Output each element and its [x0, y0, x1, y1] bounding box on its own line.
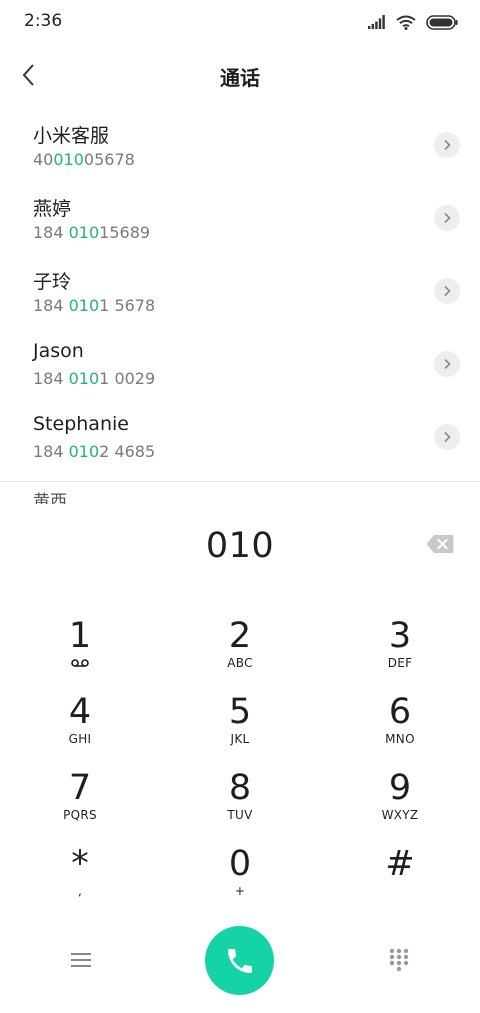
key-digit: 1: [68, 616, 92, 656]
key-0[interactable]: 0 +: [160, 836, 320, 912]
contact-number: 184 0101 5678: [33, 296, 156, 315]
page-title: 通话: [220, 66, 260, 90]
key-letters: DEF: [387, 656, 413, 670]
key-digit: 8: [228, 768, 252, 808]
key-9[interactable]: 9 WXYZ: [320, 760, 480, 836]
key-digit: 0: [228, 844, 252, 884]
battery-icon: [426, 14, 458, 30]
list-divider: [0, 481, 480, 482]
key-8[interactable]: 8 TUV: [160, 760, 320, 836]
key-5[interactable]: 5 JKL: [160, 684, 320, 760]
dialpad-icon: [389, 948, 409, 972]
key-letters: [320, 884, 480, 898]
dialed-number[interactable]: 010: [0, 526, 480, 566]
voicemail-icon: [71, 659, 89, 667]
backspace-button[interactable]: [426, 534, 454, 556]
matched-digits: 010: [68, 223, 100, 242]
key-7[interactable]: 7 PQRS: [0, 760, 160, 836]
dial-input: 010: [0, 520, 480, 576]
key-digit: 4: [68, 692, 92, 732]
contact-name-partial: 黄西: [33, 492, 67, 504]
key-letters: TUV: [227, 808, 253, 822]
status-time: 2:36: [24, 11, 63, 31]
chevron-right-icon: [444, 139, 451, 151]
contact-detail-button[interactable]: [434, 132, 460, 158]
matched-digits: 010: [53, 150, 84, 169]
key-3[interactable]: 3 DEF: [320, 608, 480, 684]
contact-detail-button[interactable]: [434, 424, 460, 450]
key-digit: 3: [388, 616, 412, 656]
menu-button[interactable]: [66, 946, 96, 974]
key-6[interactable]: 6 MNO: [320, 684, 480, 760]
contact-number: 184 01015689: [33, 223, 151, 242]
key-letters: +: [234, 884, 246, 898]
key-4[interactable]: 4 GHI: [0, 684, 160, 760]
contact-detail-button[interactable]: [434, 351, 460, 377]
contact-row[interactable]: Stephanie 184 0102 4685: [0, 400, 480, 473]
contact-detail-button[interactable]: [434, 205, 460, 231]
key-letters: JKL: [230, 732, 250, 746]
key-letters: WXYZ: [381, 808, 419, 822]
key-2[interactable]: 2 ABC: [160, 608, 320, 684]
status-icons: [368, 12, 458, 32]
contact-name: Jason: [33, 340, 84, 362]
matched-digits: 010: [68, 442, 100, 461]
call-button[interactable]: [205, 926, 274, 995]
chevron-right-icon: [444, 285, 451, 297]
contact-detail-button[interactable]: [434, 278, 460, 304]
key-digit: 6: [388, 692, 412, 732]
contact-name: 子玲: [33, 271, 72, 293]
key-letters: GHI: [68, 732, 92, 746]
wifi-icon: [396, 15, 416, 30]
key-letters: ABC: [227, 656, 253, 670]
dialer-screen: 2:36 通话 小米客服 4001005678 燕婷 184 01015689 …: [0, 0, 480, 1013]
dialpad-toggle-button[interactable]: [386, 946, 412, 974]
signal-icon: [368, 15, 385, 29]
chevron-right-icon: [444, 212, 451, 224]
key-letters: ,: [77, 884, 83, 898]
matched-digits: 010: [68, 296, 100, 315]
contact-name: 小米客服: [33, 125, 110, 147]
key-digit: *: [71, 844, 89, 884]
contact-row[interactable]: Jason 184 0101 0029: [0, 327, 480, 400]
contact-name: 燕婷: [33, 198, 72, 220]
key-digit: 2: [228, 616, 252, 656]
key-digit: 5: [228, 692, 252, 732]
key-1[interactable]: 1: [0, 608, 160, 684]
bottom-action-bar: [0, 924, 480, 996]
contact-row[interactable]: 子玲 184 0101 5678: [0, 254, 480, 327]
key-hash[interactable]: #: [320, 836, 480, 912]
matched-digits: 010: [68, 369, 100, 388]
key-letters: PQRS: [63, 808, 97, 822]
key-digit: 9: [388, 768, 412, 808]
contact-suggestion-list: 小米客服 4001005678 燕婷 184 01015689 子玲 184 0…: [0, 108, 480, 473]
key-star[interactable]: * ,: [0, 836, 160, 912]
header: 通话: [0, 50, 480, 100]
contact-row[interactable]: 燕婷 184 01015689: [0, 181, 480, 254]
contact-number: 184 0101 0029: [33, 369, 156, 388]
key-letters: MNO: [385, 732, 415, 746]
key-digit: 7: [68, 768, 92, 808]
backspace-icon: [426, 535, 454, 553]
menu-icon: [71, 953, 91, 967]
contact-row[interactable]: 小米客服 4001005678: [0, 108, 480, 181]
key-digit: #: [385, 844, 415, 884]
chevron-right-icon: [444, 431, 451, 443]
contact-number: 184 0102 4685: [33, 442, 156, 461]
chevron-right-icon: [444, 358, 451, 370]
contact-name: Stephanie: [33, 413, 129, 435]
contact-number: 4001005678: [33, 150, 135, 169]
status-bar: 2:36: [0, 0, 480, 44]
phone-icon: [227, 948, 252, 973]
